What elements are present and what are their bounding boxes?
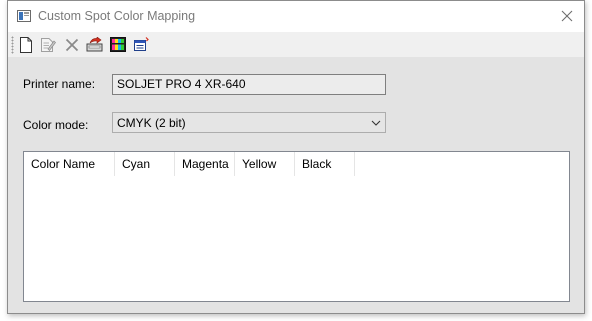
toolbar bbox=[8, 32, 584, 56]
column-header-color-name[interactable]: Color Name bbox=[24, 152, 115, 176]
column-header-cyan[interactable]: Cyan bbox=[115, 152, 175, 176]
import-button[interactable] bbox=[84, 35, 104, 54]
color-mode-select[interactable]: CMYK (2 bit) bbox=[112, 112, 386, 133]
color-palette-button[interactable] bbox=[108, 35, 128, 54]
delete-icon bbox=[65, 38, 79, 51]
column-header-black[interactable]: Black bbox=[295, 152, 355, 176]
color-mode-label: Color mode: bbox=[23, 118, 89, 132]
import-icon bbox=[86, 37, 102, 52]
chevron-down-icon bbox=[371, 120, 381, 126]
printer-name-field: SOLJET PRO 4 XR-640 bbox=[112, 74, 386, 95]
column-header-magenta[interactable]: Magenta bbox=[175, 152, 235, 176]
column-header-yellow[interactable]: Yellow bbox=[235, 152, 295, 176]
edit-icon bbox=[41, 37, 56, 52]
color-palette-icon bbox=[110, 37, 126, 52]
color-mode-value: CMYK (2 bit) bbox=[117, 116, 186, 130]
new-document-icon bbox=[20, 36, 32, 53]
app-icon bbox=[17, 10, 31, 22]
dialog-content: Printer name: SOLJET PRO 4 XR-640 Color … bbox=[8, 57, 584, 313]
toolbar-grip[interactable] bbox=[11, 36, 14, 54]
close-icon bbox=[561, 10, 573, 22]
close-button[interactable] bbox=[550, 1, 584, 31]
properties-icon bbox=[133, 37, 149, 51]
printer-name-label: Printer name: bbox=[23, 77, 96, 91]
properties-button[interactable] bbox=[131, 35, 151, 54]
edit-button[interactable] bbox=[38, 35, 58, 54]
color-mapping-table[interactable]: Color Name Cyan Magenta Yellow Black bbox=[23, 151, 570, 302]
new-button[interactable] bbox=[16, 35, 36, 54]
title-bar[interactable]: Custom Spot Color Mapping bbox=[8, 1, 584, 32]
delete-button[interactable] bbox=[62, 35, 82, 54]
window-title: Custom Spot Color Mapping bbox=[38, 9, 196, 23]
dialog-window: Custom Spot Color Mapping Printer name: … bbox=[7, 0, 585, 314]
